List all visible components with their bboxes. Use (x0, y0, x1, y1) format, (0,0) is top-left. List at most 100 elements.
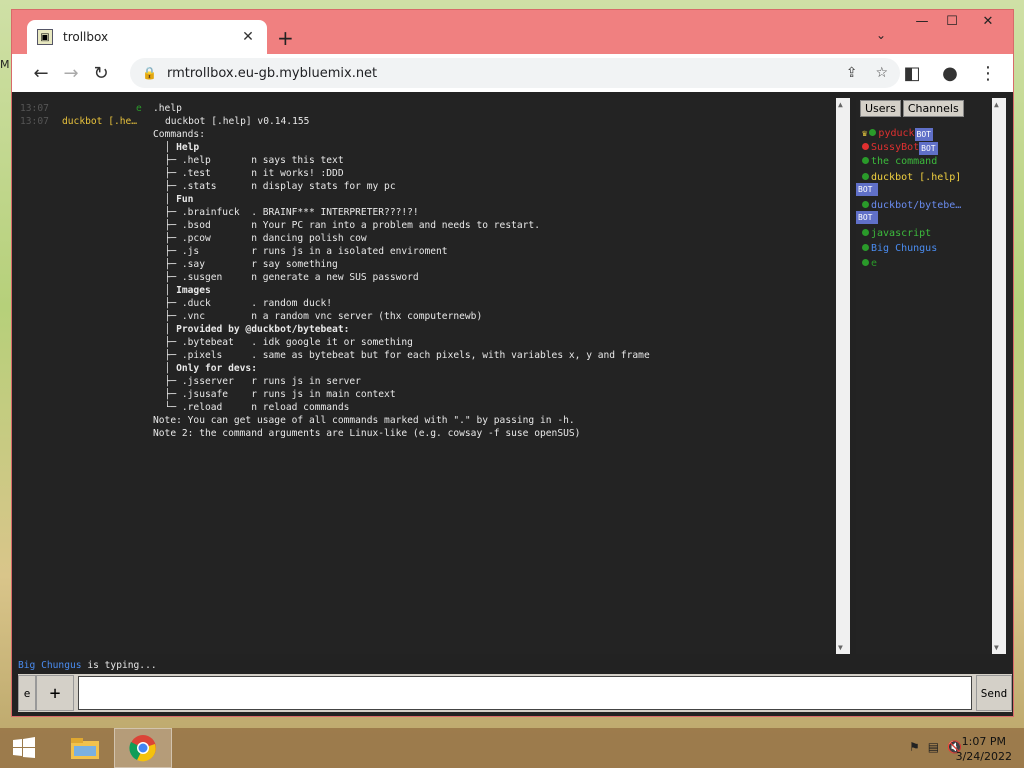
user-item[interactable]: ♛ pyduck BOT (862, 128, 933, 141)
file-explorer-icon[interactable] (56, 728, 114, 768)
message-text: ├─ .test n it works! :DDD (153, 168, 344, 179)
browser-window: ▣ trollbox ✕ + ⌄ — ☐ ✕ ← → ↻ 🔒 rmtrollbo… (11, 9, 1014, 717)
message-text: ├─ .jsserver r runs js in server (153, 376, 361, 387)
clock[interactable]: 1:07 PM 3/24/2022 (956, 734, 1012, 764)
address-bar[interactable]: 🔒 rmtrollbox.eu-gb.mybluemix.net ⇪ ☆ (130, 58, 900, 88)
message-text: ├─ .duck . random duck! (153, 298, 333, 309)
message-text: ├─ .brainfuck . BRAINF*** INTERPRETER???… (153, 207, 419, 218)
reload-icon[interactable]: ↻ (86, 58, 116, 88)
message-text: ├─ .susgen n generate a new SUS password (153, 272, 419, 283)
input-bar: e + Send (18, 674, 1012, 712)
message-text: duckbot [.help] v0.14.155 (165, 116, 310, 127)
sidebar-scrollbar[interactable]: ▲ ▼ (992, 98, 1006, 654)
typing-text: is typing... (81, 660, 157, 671)
typing-user: Big Chungus (18, 660, 82, 671)
message-text: │ Images (153, 285, 211, 296)
tab-trollbox[interactable]: ▣ trollbox ✕ (27, 20, 267, 54)
windows-start-icon[interactable] (0, 728, 48, 768)
message-text: └─ .reload n reload commands (153, 402, 350, 413)
message-timestamp: 13:07 (20, 116, 49, 127)
scroll-down-icon[interactable]: ▼ (994, 643, 999, 652)
user-sidebar: Users Channels ♛ pyduck BOT SussyBot BOT the … (856, 98, 992, 654)
user-item[interactable]: duckbot/bytebe… BOT (856, 200, 962, 224)
user-name: duckbot/bytebe… (871, 200, 962, 211)
action-center-flag-icon[interactable]: ⚑ (909, 740, 920, 754)
maximize-icon[interactable]: ☐ (937, 14, 967, 29)
status-dot-icon (862, 229, 869, 236)
user-item[interactable]: e (862, 258, 877, 269)
forward-arrow-icon[interactable]: → (56, 58, 86, 88)
message-nick[interactable]: duckbot [.he… (62, 115, 137, 128)
star-icon[interactable]: ☆ (875, 65, 888, 81)
share-icon[interactable]: ⇪ (846, 65, 858, 81)
channels-tab-button[interactable]: Channels (902, 100, 964, 117)
back-arrow-icon[interactable]: ← (26, 58, 56, 88)
message-text: ├─ .pcow n dancing polish cow (153, 233, 367, 244)
users-tab-button[interactable]: Users (860, 100, 901, 117)
system-tray: ⚑ ▤ 🔇 (909, 740, 962, 754)
user-name: pyduck (878, 128, 915, 139)
chat-scrollbar[interactable]: ▲ ▼ (836, 98, 850, 654)
chat-log: 13:07 e .help 13:07 duckbot [.he… duckbot [.h… (18, 98, 836, 654)
profile-avatar-icon[interactable]: ● (935, 58, 965, 88)
message-text: │ Provided by @duckbot/bytebeat: (153, 324, 350, 335)
tab-close-icon[interactable]: ✕ (239, 29, 257, 45)
user-name: the command (871, 156, 938, 167)
crown-icon: ♛ (862, 129, 868, 139)
message-nick[interactable]: e (136, 102, 142, 115)
scroll-up-icon[interactable]: ▲ (994, 100, 999, 109)
nickname-button[interactable]: e (18, 675, 36, 711)
message-text: Commands: (153, 129, 205, 140)
message-text: ├─ .jsusafe r runs js in main context (153, 389, 396, 400)
message-text: ├─ .pixels . same as bytebeat but for ea… (153, 350, 650, 361)
user-item[interactable]: Big Chungus (862, 243, 937, 254)
status-dot-icon (862, 259, 869, 266)
attach-button[interactable]: + (36, 675, 74, 711)
message-text: ├─ .bytebeat . idk google it or somethin… (153, 337, 413, 348)
bot-badge: BOT (856, 211, 878, 224)
chrome-taskbar-icon[interactable] (114, 728, 172, 768)
chevron-down-icon[interactable]: ⌄ (876, 28, 886, 42)
bot-badge: BOT (856, 183, 878, 196)
user-name: Big Chungus (871, 243, 938, 254)
tab-title: trollbox (63, 30, 109, 44)
message-text: ├─ .stats n display stats for my pc (153, 181, 396, 192)
close-icon[interactable]: ✕ (973, 14, 1003, 29)
message-input[interactable] (78, 676, 972, 710)
message-text: ├─ .js r runs js in a isolated enviromen… (153, 246, 448, 257)
message-text: ├─ .bsod n Your PC ran into a problem an… (153, 220, 540, 231)
message-text: │ Only for devs: (153, 363, 257, 374)
clock-time: 1:07 PM (961, 735, 1006, 748)
status-dot-icon (862, 244, 869, 251)
user-item[interactable]: javascript (862, 228, 931, 239)
network-icon[interactable]: ▤ (928, 740, 939, 754)
page-content: 13:07 e .help 13:07 duckbot [.he… duckbot [.h… (12, 92, 1013, 716)
minimize-icon[interactable]: — (907, 14, 937, 29)
browser-toolbar: ← → ↻ 🔒 rmtrollbox.eu-gb.mybluemix.net ⇪… (12, 54, 1013, 92)
user-name: javascript (871, 228, 932, 239)
user-item[interactable]: duckbot [.help] BOT (856, 172, 962, 196)
user-item[interactable]: the command (862, 156, 937, 167)
user-name: duckbot [.help] (871, 172, 962, 183)
send-button[interactable]: Send (976, 675, 1012, 711)
bot-badge: BOT (919, 142, 938, 155)
message-text: Note 2: the command arguments are Linux-… (153, 428, 581, 439)
message-text: │ Fun (153, 194, 194, 205)
toolbar-right: ◧ ● ⋮ (897, 58, 1003, 88)
status-dot-icon (869, 129, 877, 136)
url-text: rmtrollbox.eu-gb.mybluemix.net (166, 65, 378, 81)
message-text: ├─ .vnc n a random vnc server (thx compu… (153, 311, 483, 322)
user-item[interactable]: SussyBot BOT (862, 142, 938, 155)
taskbar: ⚑ ▤ 🔇 1:07 PM 3/24/2022 (0, 728, 1024, 768)
scroll-up-icon[interactable]: ▲ (838, 100, 843, 109)
clock-date: 3/24/2022 (955, 750, 1012, 763)
scroll-down-icon[interactable]: ▼ (838, 643, 843, 652)
lock-icon: 🔒 (142, 66, 157, 80)
typing-indicator: Big Chungus is typing... (18, 660, 157, 671)
kebab-menu-icon[interactable]: ⋮ (973, 58, 1003, 88)
side-panel-icon[interactable]: ◧ (897, 58, 927, 88)
new-tab-button[interactable]: + (277, 26, 294, 50)
message-text: ├─ .help n says this text (153, 155, 344, 166)
status-dot-icon (862, 173, 869, 180)
message-text: │ Help (153, 142, 200, 153)
